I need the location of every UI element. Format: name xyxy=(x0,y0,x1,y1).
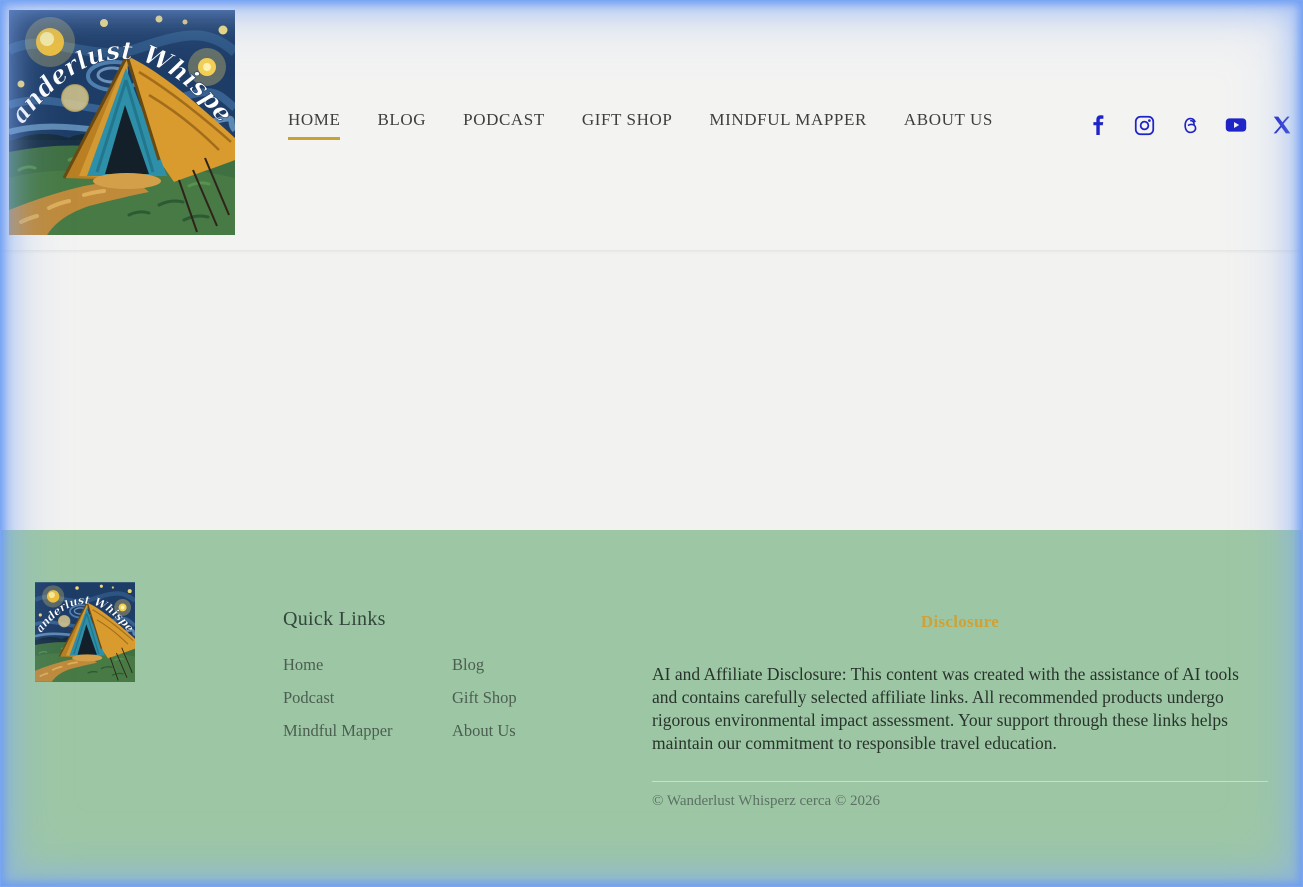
main-content xyxy=(0,250,1303,530)
site-logo[interactable] xyxy=(9,10,235,235)
list-item: Blog xyxy=(452,655,517,688)
instagram-icon xyxy=(1134,115,1155,136)
nav-podcast[interactable]: PODCAST xyxy=(463,111,545,140)
disclosure-section: Disclosure AI and Affiliate Disclosure: … xyxy=(652,612,1268,810)
youtube-link[interactable] xyxy=(1225,114,1247,136)
footer-link-gift-shop[interactable]: Gift Shop xyxy=(452,688,517,707)
footer-divider xyxy=(652,781,1268,782)
footer-link-mindful-mapper[interactable]: Mindful Mapper xyxy=(283,721,393,740)
list-item: About Us xyxy=(452,721,517,754)
disclosure-title: Disclosure xyxy=(652,612,1268,632)
nav-mindful-mapper[interactable]: MINDFUL MAPPER xyxy=(709,111,867,140)
youtube-icon xyxy=(1225,115,1247,135)
main-nav: HOME BLOG PODCAST GIFT SHOP MINDFUL MAPP… xyxy=(288,0,993,250)
list-item: Mindful Mapper xyxy=(283,721,393,754)
disclosure-text: AI and Affiliate Disclosure: This conten… xyxy=(652,663,1268,755)
footer-link-podcast[interactable]: Podcast xyxy=(283,688,334,707)
footer-link-home[interactable]: Home xyxy=(283,655,323,674)
list-item: Gift Shop xyxy=(452,688,517,721)
quick-links-title: Quick Links xyxy=(283,608,386,631)
footer-logo[interactable] xyxy=(35,582,135,682)
site-footer: Quick Links Home Podcast Mindful Mapper … xyxy=(0,530,1303,887)
site-header: HOME BLOG PODCAST GIFT SHOP MINDFUL MAPP… xyxy=(0,0,1303,250)
page: HOME BLOG PODCAST GIFT SHOP MINDFUL MAPP… xyxy=(0,0,1303,887)
facebook-icon xyxy=(1088,115,1108,135)
footer-links-column-2: Blog Gift Shop About Us xyxy=(452,655,517,754)
social-links xyxy=(1087,0,1293,250)
facebook-link[interactable] xyxy=(1087,114,1109,136)
list-item: Podcast xyxy=(283,688,393,721)
copyright-text: © Wanderlust Whisperz cerca © 2026 xyxy=(652,793,1268,810)
footer-logo-image xyxy=(35,582,135,682)
threads-link[interactable] xyxy=(1179,114,1201,136)
x-icon xyxy=(1272,115,1292,135)
threads-icon xyxy=(1180,115,1201,136)
x-link[interactable] xyxy=(1271,114,1293,136)
logo-image xyxy=(9,10,235,235)
nav-about-us[interactable]: ABOUT US xyxy=(904,111,993,140)
nav-gift-shop[interactable]: GIFT SHOP xyxy=(582,111,673,140)
footer-links-column-1: Home Podcast Mindful Mapper xyxy=(283,655,393,754)
list-item: Home xyxy=(283,655,393,688)
nav-home[interactable]: HOME xyxy=(288,111,340,140)
nav-blog[interactable]: BLOG xyxy=(377,111,426,140)
footer-link-blog[interactable]: Blog xyxy=(452,655,484,674)
instagram-link[interactable] xyxy=(1133,114,1155,136)
footer-link-about-us[interactable]: About Us xyxy=(452,721,516,740)
